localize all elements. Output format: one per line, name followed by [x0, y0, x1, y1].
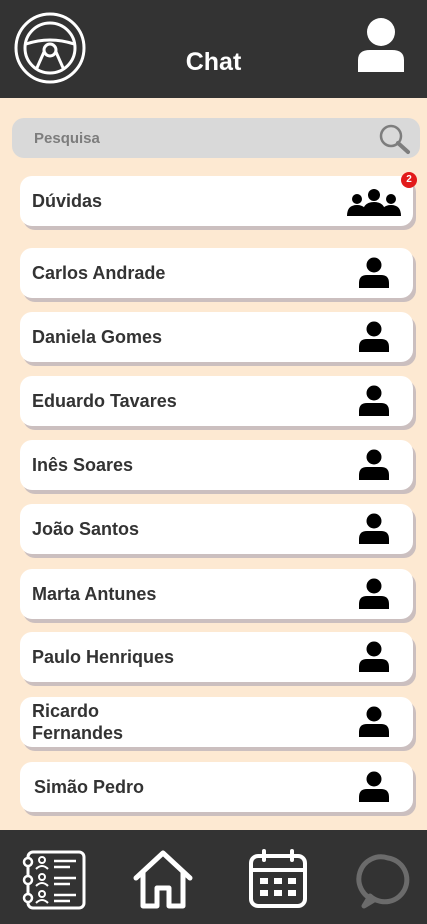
contact-item[interactable]: Daniela Gomes: [20, 312, 413, 362]
contact-item[interactable]: Simão Pedro: [20, 762, 413, 812]
person-icon: [359, 706, 389, 737]
person-icon: [359, 771, 389, 802]
group-chat-item[interactable]: Dúvidas 2: [20, 172, 417, 226]
contact-name: Carlos Andrade: [32, 263, 166, 283]
contact-name: Inês Soares: [32, 455, 134, 475]
group-icon: [347, 189, 401, 216]
app-header: Chat: [0, 0, 427, 98]
contact-item[interactable]: Paulo Henriques: [20, 632, 413, 682]
contact-item[interactable]: João Santos: [20, 504, 413, 554]
notification-badge: 2: [401, 172, 417, 188]
contact-name: Simão Pedro: [34, 777, 145, 797]
contact-name: Paulo Henriques: [32, 647, 175, 667]
contact-item[interactable]: Inês Soares: [20, 440, 413, 490]
person-icon: [359, 641, 389, 672]
user-icon[interactable]: [356, 16, 406, 74]
person-icon: [359, 257, 389, 288]
contact-name: Daniela Gomes: [32, 327, 163, 347]
person-icon: [359, 513, 389, 544]
contact-item[interactable]: Eduardo Tavares: [20, 376, 413, 426]
home-icon[interactable]: [131, 848, 195, 912]
contact-name: Eduardo Tavares: [32, 391, 177, 411]
bottom-nav: [0, 830, 427, 924]
contact-name: Marta Antunes: [32, 584, 157, 604]
contact-item[interactable]: Carlos Andrade: [20, 248, 413, 298]
search-input[interactable]: [34, 128, 334, 148]
contact-item[interactable]: Ricardo Fernandes: [20, 697, 413, 747]
person-icon: [359, 385, 389, 416]
contact-name: Ricardo Fernandes: [32, 701, 124, 743]
group-chat-label: Dúvidas: [32, 191, 103, 211]
person-icon: [359, 578, 389, 609]
person-icon: [359, 321, 389, 352]
contact-item[interactable]: Marta Antunes: [20, 569, 413, 619]
search-bar: [12, 118, 420, 158]
search-icon[interactable]: [377, 123, 411, 155]
contact-name: João Santos: [32, 519, 140, 539]
person-icon: [359, 449, 389, 480]
calendar-icon[interactable]: [246, 848, 310, 912]
contacts-list-icon[interactable]: [22, 848, 86, 912]
chat-icon[interactable]: [356, 848, 420, 912]
